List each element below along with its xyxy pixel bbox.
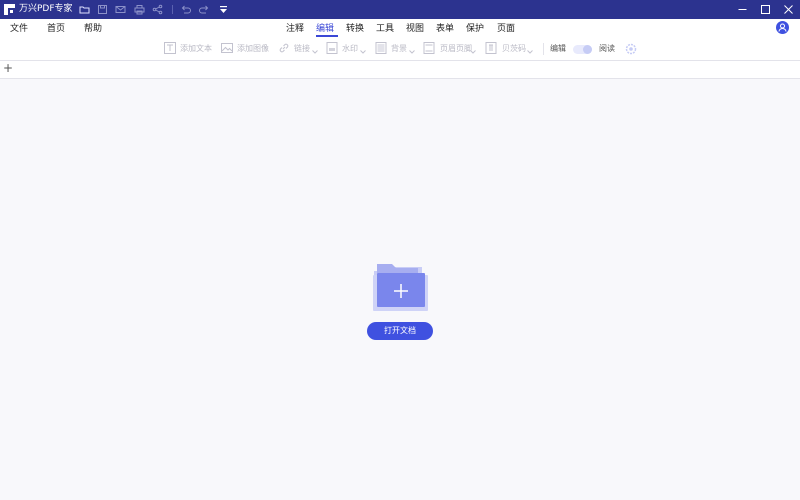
watermark-icon[interactable] — [326, 42, 338, 54]
user-icon — [778, 23, 787, 32]
tab-protect[interactable]: 保护 — [466, 23, 484, 35]
close-icon[interactable] — [783, 4, 794, 15]
tab-convert[interactable]: 转换 — [346, 23, 364, 35]
active-tab-indicator — [316, 35, 338, 37]
menu-bar — [0, 19, 800, 39]
share-icon[interactable] — [152, 4, 163, 15]
toggle-knob — [583, 45, 592, 54]
toolbar-divider — [543, 43, 544, 55]
image-icon[interactable] — [221, 42, 233, 54]
watermark-button[interactable]: 水印 — [342, 44, 358, 54]
maximize-icon[interactable] — [760, 4, 771, 15]
read-mode-label: 阅读 — [599, 44, 615, 53]
minimize-icon[interactable] — [737, 4, 748, 15]
app-title: 万兴PDF专家 — [19, 4, 73, 14]
text-box-icon[interactable] — [164, 42, 176, 54]
bates-button[interactable]: 贝茨码 — [502, 44, 526, 54]
folder-plus-icon — [372, 263, 429, 313]
edit-read-toggle[interactable] — [573, 45, 592, 54]
add-image-button[interactable]: 添加图像 — [237, 44, 269, 54]
background-icon[interactable] — [375, 42, 387, 54]
document-tab-strip — [0, 61, 800, 79]
header-footer-button[interactable]: 页眉页脚 — [440, 44, 472, 54]
user-avatar[interactable] — [776, 21, 789, 34]
tab-edit[interactable]: 编辑 — [316, 23, 334, 35]
undo-icon[interactable] — [180, 4, 191, 15]
tab-page[interactable]: 页面 — [497, 23, 515, 35]
background-dropdown-icon[interactable] — [409, 50, 415, 54]
tab-comment[interactable]: 注释 — [286, 23, 304, 35]
mail-icon[interactable] — [115, 4, 126, 15]
link-dropdown-icon[interactable] — [312, 50, 318, 54]
title-bar: 万兴PDF专家 — [0, 0, 800, 19]
open-document-button[interactable]: 打开文档 — [367, 322, 433, 340]
tab-tools[interactable]: 工具 — [376, 23, 394, 35]
print-icon[interactable] — [134, 4, 145, 15]
dropdown-icon[interactable] — [218, 4, 229, 15]
bates-icon[interactable] — [485, 42, 497, 54]
background-button[interactable]: 背景 — [391, 44, 407, 54]
bates-dropdown-icon[interactable] — [527, 50, 533, 54]
header-footer-icon[interactable] — [423, 42, 435, 54]
save-icon[interactable] — [97, 4, 108, 15]
redo-icon[interactable] — [199, 4, 210, 15]
menu-file[interactable]: 文件 — [10, 23, 28, 35]
edit-mode-label: 编辑 — [550, 44, 566, 53]
link-button[interactable]: 链接 — [294, 44, 310, 54]
open-folder-icon[interactable] — [79, 4, 90, 15]
menu-home[interactable]: 首页 — [47, 23, 65, 35]
settings-icon[interactable] — [625, 43, 637, 55]
link-icon[interactable] — [278, 42, 290, 54]
tab-view[interactable]: 视图 — [406, 23, 424, 35]
header-footer-dropdown-icon[interactable] — [470, 50, 476, 54]
menu-help[interactable]: 帮助 — [84, 23, 102, 35]
app-logo-icon — [4, 4, 15, 15]
new-tab-button[interactable]: + — [3, 62, 13, 74]
add-text-button[interactable]: 添加文本 — [180, 44, 212, 54]
quick-access-divider — [172, 5, 173, 14]
watermark-dropdown-icon[interactable] — [360, 50, 366, 54]
tab-form[interactable]: 表单 — [436, 23, 454, 35]
